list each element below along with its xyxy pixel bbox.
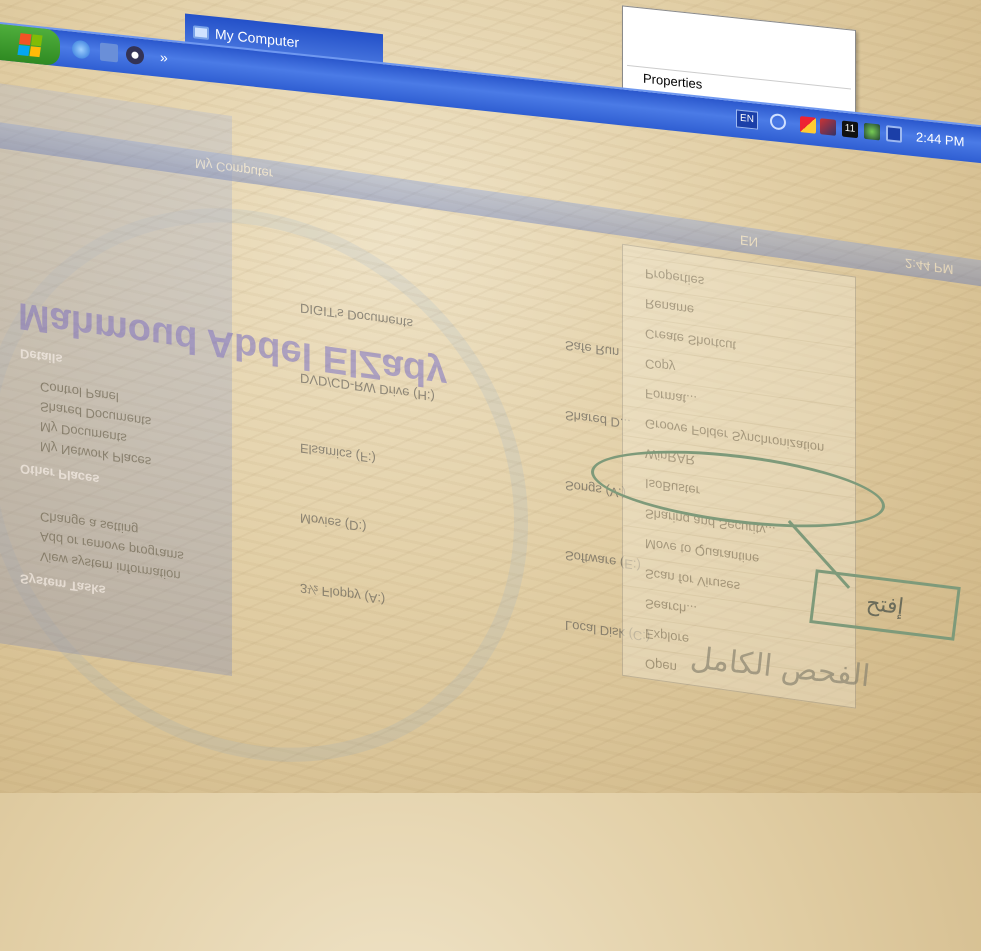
internet-explorer-icon[interactable] [72, 39, 90, 60]
language-indicator[interactable]: EN [736, 109, 758, 130]
tray-app-icon[interactable] [864, 122, 880, 141]
tray-monitor-icon[interactable] [886, 125, 902, 143]
tray-antivirus-icon[interactable] [800, 116, 816, 134]
tray-network-icon[interactable] [820, 118, 836, 136]
tray-expand-icon[interactable] [770, 112, 786, 131]
tray-calendar-icon[interactable]: 11 [842, 120, 858, 139]
quicklaunch-chevron-icon[interactable]: » [160, 49, 168, 66]
menu-item-properties[interactable]: Properties [643, 71, 702, 92]
taskbar-clock: 2:44 PM [916, 129, 965, 150]
my-computer-icon [193, 24, 209, 40]
show-desktop-icon[interactable] [100, 42, 118, 63]
windows-logo-icon [17, 33, 43, 58]
start-button[interactable] [0, 24, 60, 67]
media-player-icon[interactable] [126, 45, 144, 66]
